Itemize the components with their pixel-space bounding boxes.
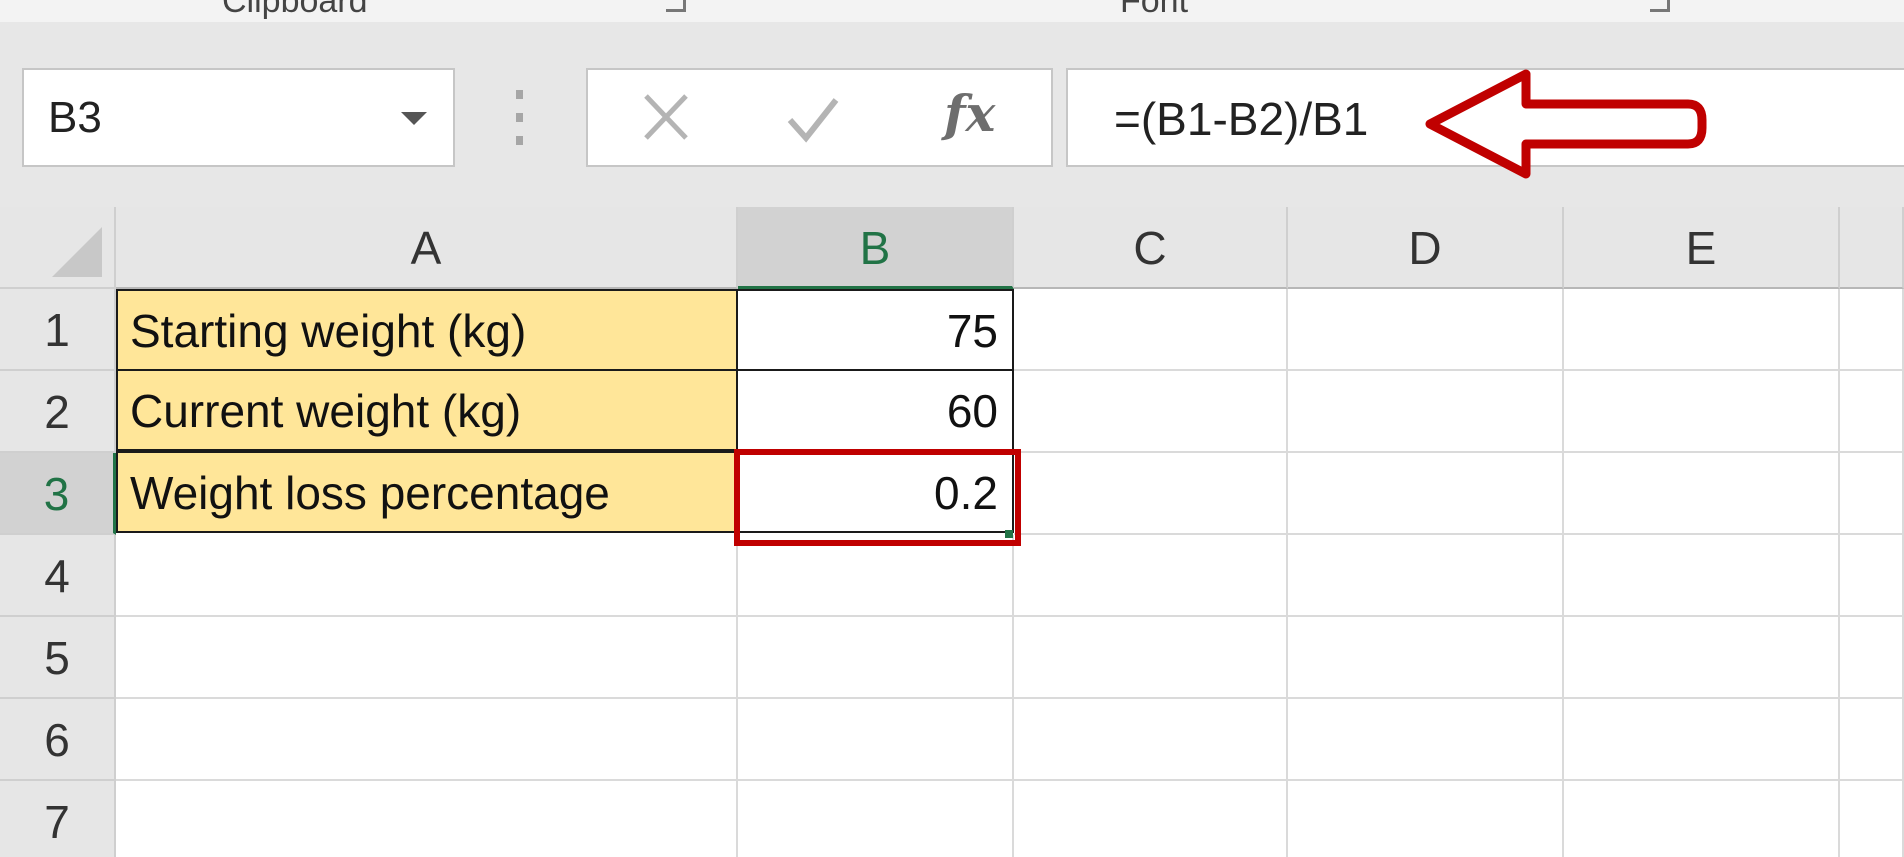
cell-d2[interactable]: [1288, 371, 1564, 453]
name-box[interactable]: B3: [22, 68, 455, 167]
cell-a2[interactable]: Current weight (kg): [116, 369, 738, 451]
excel-window: Clipboard Font B3 fx =(B1-B2)/B1 A B C D…: [0, 0, 1904, 857]
cell-c5[interactable]: [1014, 617, 1288, 699]
cell-a1[interactable]: Starting weight (kg): [116, 289, 738, 371]
cell-e2[interactable]: [1564, 371, 1840, 453]
cell-e6[interactable]: [1564, 699, 1840, 781]
cell-d7[interactable]: [1288, 781, 1564, 857]
cell-f7[interactable]: [1840, 781, 1904, 857]
column-header-b[interactable]: B: [738, 207, 1014, 289]
insert-function-button[interactable]: fx: [944, 84, 995, 143]
row-header-4[interactable]: 4: [0, 535, 116, 617]
row-header-2[interactable]: 2: [0, 371, 116, 453]
check-icon: [787, 98, 839, 143]
cell-b4[interactable]: [738, 535, 1014, 617]
cell-a6[interactable]: [116, 699, 738, 781]
cell-e1[interactable]: [1564, 289, 1840, 371]
name-box-value: B3: [48, 93, 102, 142]
column-header-c[interactable]: C: [1014, 207, 1288, 289]
cell-b1[interactable]: 75: [736, 289, 1014, 371]
column-header-d[interactable]: D: [1288, 207, 1564, 289]
cell-c6[interactable]: [1014, 699, 1288, 781]
worksheet-grid: A B C D E 1 2 3 4 5 6 7 Starting weight …: [0, 207, 1904, 857]
row-header-6[interactable]: 6: [0, 699, 116, 781]
row-header-5[interactable]: 5: [0, 617, 116, 699]
column-header-f[interactable]: [1840, 207, 1904, 289]
cell-e5[interactable]: [1564, 617, 1840, 699]
formula-buttons: fx: [586, 68, 1053, 167]
cell-f3[interactable]: [1840, 453, 1904, 535]
enter-button[interactable]: [772, 82, 852, 154]
cell-d1[interactable]: [1288, 289, 1564, 371]
cell-e4[interactable]: [1564, 535, 1840, 617]
cell-d3[interactable]: [1288, 453, 1564, 535]
cell-a3[interactable]: Weight loss percentage: [116, 451, 738, 533]
row-header-7[interactable]: 7: [0, 781, 116, 857]
cell-c1[interactable]: [1014, 289, 1288, 371]
cell-e3[interactable]: [1564, 453, 1840, 535]
clipboard-dialog-launcher-icon[interactable]: [666, 0, 686, 12]
select-all-icon: [52, 227, 102, 277]
font-dialog-launcher-icon[interactable]: [1650, 0, 1670, 12]
cell-f2[interactable]: [1840, 371, 1904, 453]
cell-e7[interactable]: [1564, 781, 1840, 857]
cell-d4[interactable]: [1288, 535, 1564, 617]
cell-f6[interactable]: [1840, 699, 1904, 781]
chevron-down-icon[interactable]: [401, 112, 427, 125]
formula-text: =(B1-B2)/B1: [1114, 93, 1369, 145]
cell-d6[interactable]: [1288, 699, 1564, 781]
callout-arrow-icon: [1425, 69, 1707, 179]
select-all-button[interactable]: [0, 207, 116, 289]
cell-c3[interactable]: [1014, 453, 1288, 535]
cell-b3[interactable]: 0.2: [736, 451, 1014, 533]
cell-f5[interactable]: [1840, 617, 1904, 699]
cell-f4[interactable]: [1840, 535, 1904, 617]
cell-a7[interactable]: [116, 781, 738, 857]
cell-c7[interactable]: [1014, 781, 1288, 857]
cell-b7[interactable]: [738, 781, 1014, 857]
ribbon-group-clipboard-label: Clipboard: [222, 0, 368, 20]
row-header-3[interactable]: 3: [0, 453, 116, 535]
cell-f1[interactable]: [1840, 289, 1904, 371]
cell-b5[interactable]: [738, 617, 1014, 699]
column-header-a[interactable]: A: [116, 207, 738, 289]
cell-c4[interactable]: [1014, 535, 1288, 617]
formula-bar: B3 fx =(B1-B2)/B1: [0, 22, 1904, 207]
ribbon-group-font-label: Font: [1120, 0, 1189, 20]
row-header-1[interactable]: 1: [0, 289, 116, 371]
cell-a4[interactable]: [116, 535, 738, 617]
cell-b2[interactable]: 60: [736, 369, 1014, 451]
cell-a5[interactable]: [116, 617, 738, 699]
fill-handle[interactable]: [1005, 530, 1013, 538]
column-header-e[interactable]: E: [1564, 207, 1840, 289]
cell-b6[interactable]: [738, 699, 1014, 781]
formula-bar-resize-grip-icon[interactable]: [516, 90, 524, 146]
cell-c2[interactable]: [1014, 371, 1288, 453]
ribbon: Clipboard Font: [0, 0, 1904, 23]
x-icon: [644, 94, 688, 140]
cell-d5[interactable]: [1288, 617, 1564, 699]
cancel-button[interactable]: [626, 82, 706, 154]
